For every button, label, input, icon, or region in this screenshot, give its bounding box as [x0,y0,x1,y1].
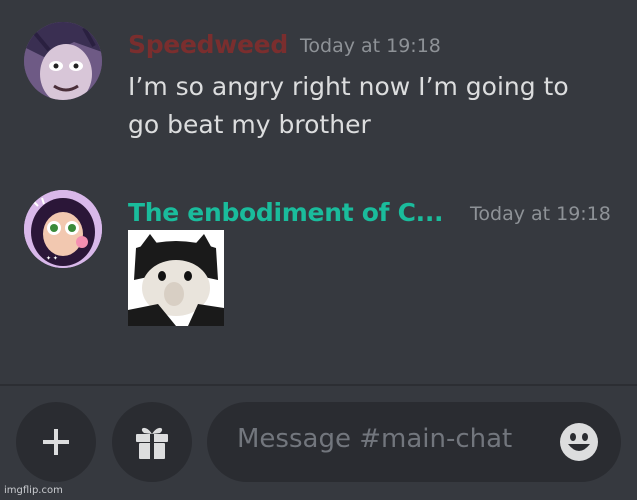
message-timestamp: Today at 19:18 [300,35,441,57]
message-username[interactable]: Speedweed [128,30,288,59]
gift-icon [136,427,168,459]
message-input[interactable]: Message #main-chat [207,402,621,482]
anime-character-avatar-icon [24,22,102,100]
cat-image-icon [128,230,224,326]
add-button[interactable] [16,402,96,482]
imgflip-watermark: imgflip.com [4,485,63,496]
emoji-smile-icon[interactable] [559,422,599,462]
message-content: I’m so angry right now I’m going to go b… [128,68,569,144]
plus-icon [43,429,69,455]
message-line: go beat my brother [128,110,371,139]
message-timestamp: Today at 19:18 [470,203,611,225]
gift-button[interactable] [112,402,192,482]
message-line: I’m so angry right now I’m going to [128,72,569,101]
cartoon-girl-avatar-icon: ✦ ✦ [24,190,102,268]
avatar[interactable] [24,22,102,100]
cat-image[interactable] [128,230,224,326]
avatar[interactable]: ✦ ✦ [24,190,102,268]
message-username[interactable]: The enbodiment of C... [128,198,444,227]
message-input-placeholder: Message #main-chat [237,424,513,454]
svg-text:✦ ✦: ✦ ✦ [46,255,58,262]
